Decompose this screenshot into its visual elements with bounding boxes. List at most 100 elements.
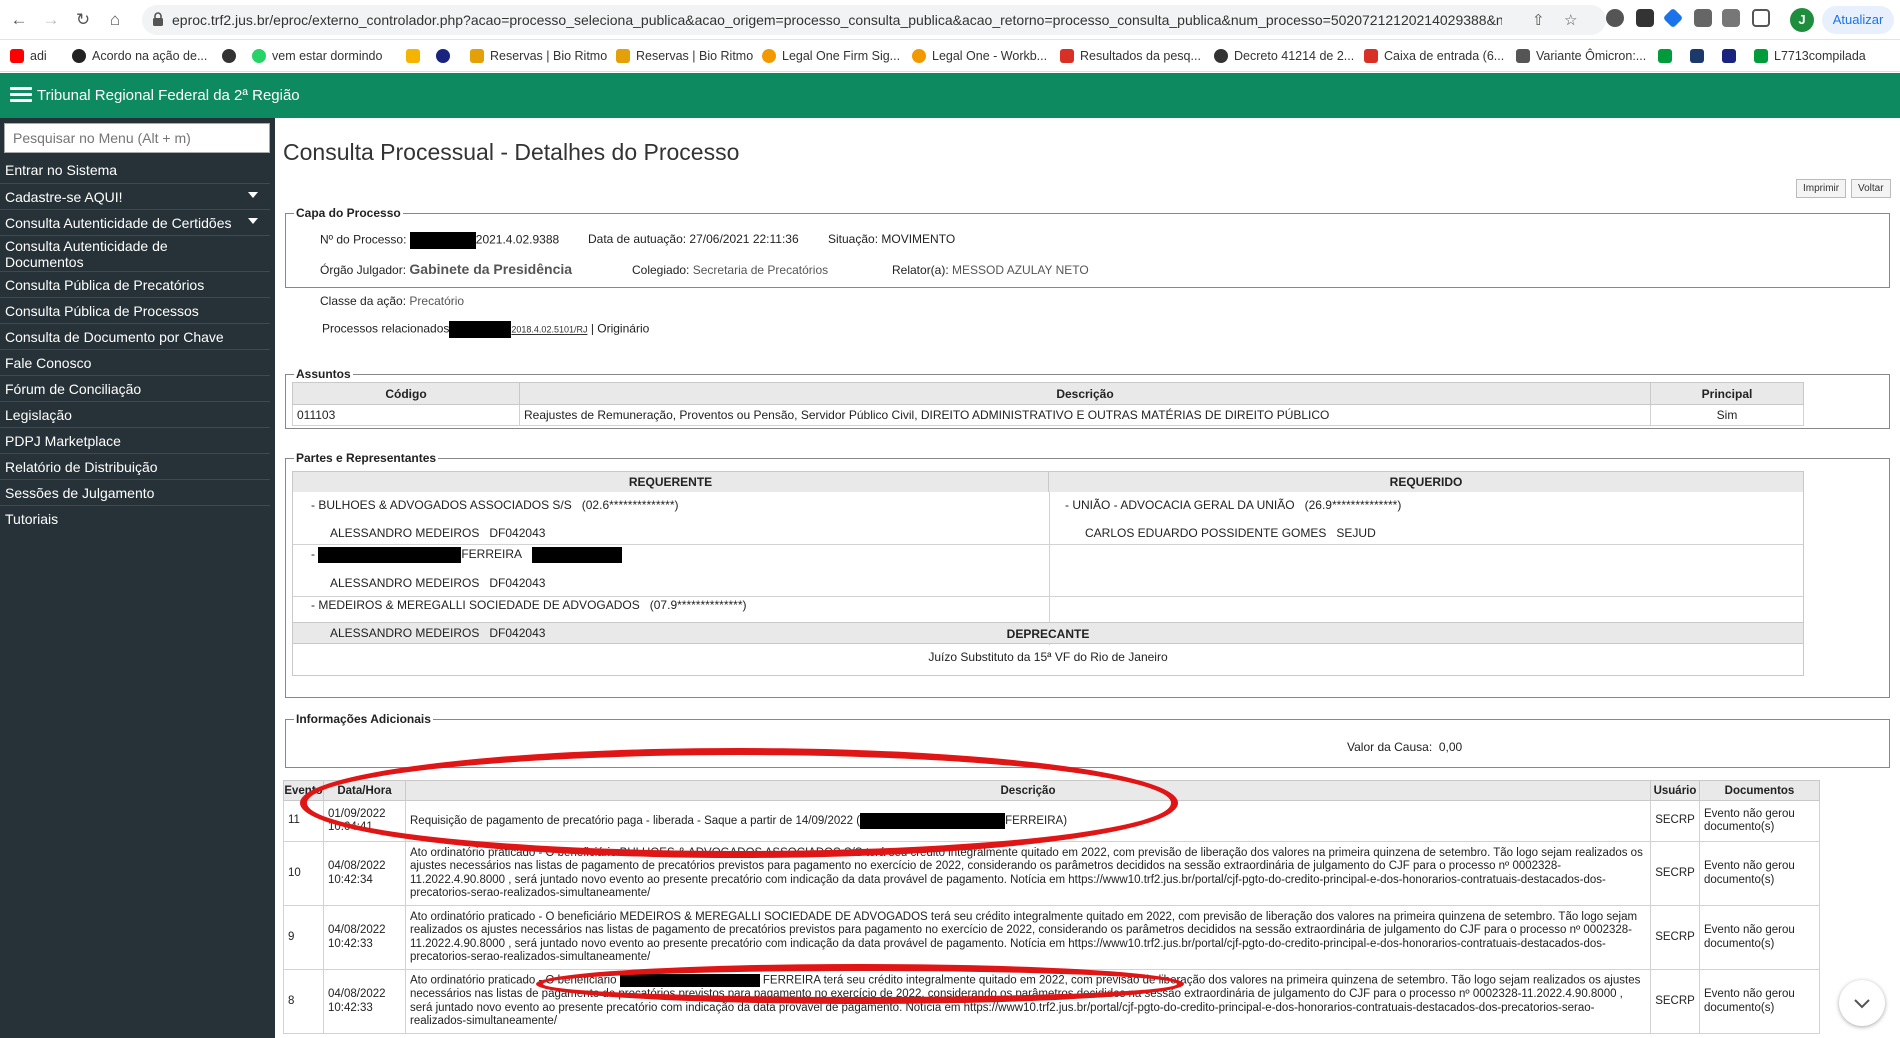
site-icon xyxy=(616,49,630,63)
gmail-icon xyxy=(1060,49,1074,63)
lock-icon xyxy=(153,12,163,26)
sidebar-item-autenticidade-documentos[interactable]: Consulta Autenticidade de Documentos xyxy=(0,236,270,272)
capa-legend: Capa do Processo xyxy=(296,206,401,220)
drive-icon xyxy=(406,49,420,63)
reload-icon[interactable]: ↻ xyxy=(72,9,94,31)
bookmark-item[interactable]: Legal One - Workb... xyxy=(912,49,1047,63)
scroll-down-button[interactable] xyxy=(1839,980,1885,1026)
site-icon xyxy=(436,49,450,63)
main-content: Consulta Processual - Detalhes do Proces… xyxy=(275,118,1900,1038)
url-text: eproc.trf2.jus.br/eproc/externo_controla… xyxy=(172,12,1502,28)
requerente-header: REQUERENTE xyxy=(293,472,1049,492)
parte-requerente-3: - MEDEIROS & MEREGALLI SOCIEDADE DE ADVO… xyxy=(311,598,747,612)
youtube-icon xyxy=(10,49,24,63)
advogado-requerente-2: ALESSANDRO MEDEIROS DF042043 xyxy=(330,576,546,590)
bookmark-item[interactable]: Acordo na ação de... xyxy=(72,49,207,63)
advogado-requerente-1: ALESSANDRO MEDEIROS DF042043 xyxy=(330,526,546,540)
processo-relacionado-link[interactable]: 2018.4.02.5101/RJ xyxy=(511,325,587,335)
bookmark-item[interactable]: Reservas | Bio Ritmo xyxy=(616,49,753,63)
relator: Relator(a): MESSOD AZULAY NETO xyxy=(892,263,1089,277)
puzzle-icon[interactable] xyxy=(1694,9,1712,27)
media-icon[interactable] xyxy=(1722,9,1740,27)
sidebar-item-processos[interactable]: Consulta Pública de Processos xyxy=(0,298,270,324)
bookmark-item[interactable]: adi xyxy=(10,49,47,63)
bookmark-item[interactable]: Resultados da pesq... xyxy=(1060,49,1201,63)
bookmark-item[interactable]: Decreto 41214 de 2... xyxy=(1214,49,1354,63)
eventos-table: Evento Data/Hora Descrição Usuário Docum… xyxy=(283,780,1820,1034)
site-icon xyxy=(912,49,926,63)
bookmarks-bar: adi Acordo na ação de... vem estar dormi… xyxy=(0,40,1900,72)
flag-icon xyxy=(1658,49,1672,63)
update-button[interactable]: Atualizar xyxy=(1822,6,1894,34)
column-header: Evento xyxy=(283,780,324,801)
share-icon[interactable]: ⇧ xyxy=(1532,11,1545,29)
advogado-requerente-3: ALESSANDRO MEDEIROS DF042043 xyxy=(330,626,546,640)
table-row: 11 01/09/2022 10:04:41 Requisição de paga… xyxy=(283,800,1820,842)
sidebar-item-entrar[interactable]: Entrar no Sistema xyxy=(0,158,270,184)
bookmark-item[interactable] xyxy=(1690,49,1710,63)
sidebar-item-sessoes[interactable]: Sessões de Julgamento xyxy=(0,480,270,506)
whatsapp-icon xyxy=(252,49,266,63)
table-row: 011103 Reajustes de Remuneração, Provent… xyxy=(292,404,1804,426)
sidepanel-icon[interactable] xyxy=(1752,9,1770,27)
bookmark-item[interactable] xyxy=(436,49,456,63)
menu-hamburger-icon[interactable] xyxy=(10,87,32,103)
column-header: Código xyxy=(292,382,520,405)
page-title: Consulta Processual - Detalhes do Proces… xyxy=(283,139,740,165)
sidebar-item-precatorios[interactable]: Consulta Pública de Precatórios xyxy=(0,272,270,298)
pje-icon xyxy=(1690,49,1704,63)
gmail-icon xyxy=(1364,49,1378,63)
home-icon[interactable]: ⌂ xyxy=(104,9,126,31)
sidebar-item-legislacao[interactable]: Legislação xyxy=(0,402,270,428)
bookmark-item[interactable]: Variante Ômicron:... xyxy=(1516,49,1646,63)
column-header: Data/Hora xyxy=(323,780,406,801)
deprecante-value: Juízo Substituto da 15ª VF do Rio de Jan… xyxy=(928,650,1168,664)
assuntos-legend: Assuntos xyxy=(296,367,351,381)
column-header: Principal xyxy=(1650,382,1804,405)
site-icon xyxy=(72,49,86,63)
bookmark-item[interactable] xyxy=(406,49,426,63)
messenger-extension-icon[interactable] xyxy=(1606,9,1624,27)
bookmark-item[interactable] xyxy=(1722,49,1742,63)
partes-legend: Partes e Representantes xyxy=(296,451,437,465)
bookmark-item[interactable]: vem estar dormindo xyxy=(252,49,382,63)
app-header: Tribunal Regional Federal da 2ª Região xyxy=(0,73,1900,118)
column-header: Documentos xyxy=(1699,780,1820,801)
codigo-cell: 011103 xyxy=(292,404,520,426)
redaction-block xyxy=(860,813,1006,829)
bookmark-item[interactable] xyxy=(222,49,242,63)
sidebar-item-marketplace[interactable]: PDPJ Marketplace xyxy=(0,428,270,454)
numero-processo: Nº do Processo: 2021.4.02.9388 xyxy=(320,232,559,249)
star-icon[interactable]: ☆ xyxy=(1564,11,1577,29)
column-header: Descrição xyxy=(519,382,1651,405)
situacao: Situação: MOVIMENTO xyxy=(828,232,956,246)
back-arrow-icon[interactable]: ← xyxy=(8,9,30,31)
extension-icon[interactable] xyxy=(1636,9,1654,27)
sidebar-item-cadastre[interactable]: Cadastre-se AQUI! xyxy=(0,184,270,210)
extension-icon[interactable] xyxy=(1662,7,1684,29)
sidebar-item-relatorio[interactable]: Relatório de Distribuição xyxy=(0,454,270,480)
sidebar-item-tutoriais[interactable]: Tutoriais xyxy=(0,506,270,532)
sidebar-item-fale-conosco[interactable]: Fale Conosco xyxy=(0,350,270,376)
sidebar-item-forum[interactable]: Fórum de Conciliação xyxy=(0,376,270,402)
print-button[interactable]: Imprimir xyxy=(1796,179,1847,198)
bookmark-item[interactable]: Legal One Firm Sig... xyxy=(762,49,900,63)
requerido-header: REQUERIDO xyxy=(1049,472,1803,492)
github-icon xyxy=(1214,49,1228,63)
profile-avatar[interactable]: J xyxy=(1790,8,1814,32)
site-icon xyxy=(1722,49,1736,63)
back-button[interactable]: Voltar xyxy=(1851,179,1891,198)
bookmark-item[interactable]: Reservas | Bio Ritmo xyxy=(470,49,607,63)
parte-requerido-1: - UNIÃO - ADVOCACIA GERAL DA UNIÃO (26.9… xyxy=(1065,498,1402,512)
bookmark-item[interactable] xyxy=(1658,49,1678,63)
forward-arrow-icon[interactable]: → xyxy=(40,9,62,31)
flag-icon xyxy=(1754,49,1768,63)
info-legend: Informações Adicionais xyxy=(296,712,431,726)
menu-search-input[interactable] xyxy=(4,123,270,153)
bookmark-item[interactable]: L7713compilada xyxy=(1754,49,1866,63)
sidebar-item-documento-chave[interactable]: Consulta de Documento por Chave xyxy=(0,324,270,350)
bookmark-item[interactable]: Caixa de entrada (6... xyxy=(1364,49,1504,63)
sidebar-item-autenticidade-certidoes[interactable]: Consulta Autenticidade de Certidões xyxy=(0,210,270,236)
address-bar[interactable]: eproc.trf2.jus.br/eproc/externo_controla… xyxy=(142,5,1606,35)
redaction-block xyxy=(532,547,623,563)
